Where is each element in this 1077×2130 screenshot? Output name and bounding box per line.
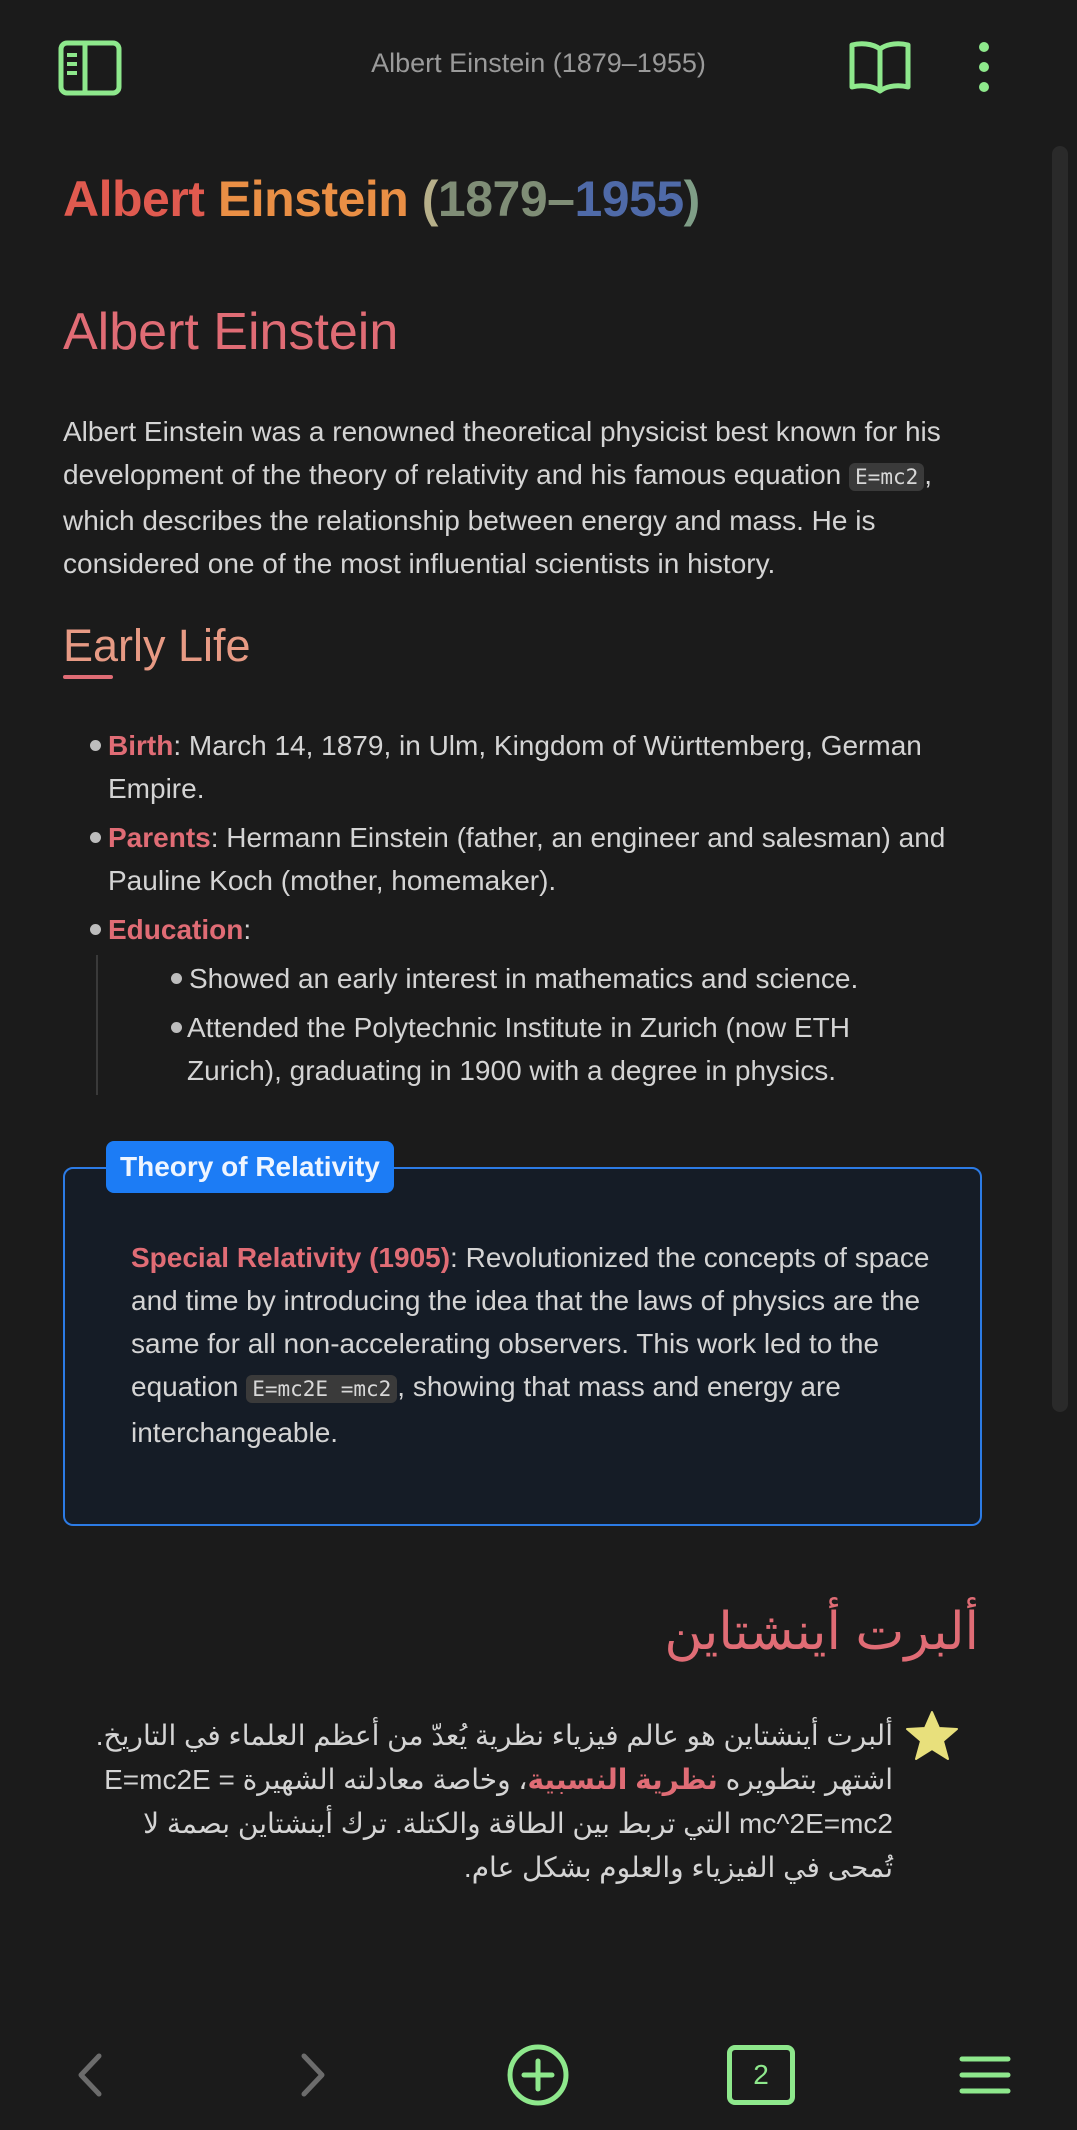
sidebar-toggle-icon: [58, 40, 122, 96]
forward-arrow-icon: [301, 2053, 325, 2097]
back-button[interactable]: [60, 2030, 120, 2120]
list-item-text: : March 14, 1879, in Ulm, Kingdom of Wür…: [108, 730, 922, 804]
bullet-icon: [90, 740, 101, 751]
list-item: Parents: Hermann Einstein (father, an en…: [108, 816, 988, 902]
page-title: Albert Einstein (1879–1955): [63, 170, 700, 228]
heading-1: Albert Einstein: [63, 303, 399, 361]
bullet-icon: [171, 1022, 182, 1033]
title-part: Einstein: [217, 171, 422, 227]
read-mode-button[interactable]: [845, 34, 915, 100]
arabic-heading: ألبرت أينشتاين: [664, 1603, 979, 1661]
callout-title[interactable]: Theory of Relativity: [106, 1141, 394, 1193]
heading-underline: [63, 675, 113, 679]
bottom-toolbar: 2: [0, 2010, 1077, 2130]
more-vertical-icon: [979, 42, 989, 92]
intro-text: Albert Einstein was a renowned theoretic…: [63, 416, 941, 490]
tabs-icon: 2: [727, 2045, 795, 2105]
callout-label: Special Relativity (1905): [131, 1242, 451, 1273]
add-circle-icon: [507, 2044, 569, 2106]
list-item-label: Education: [108, 914, 244, 945]
arabic-paragraph: ألبرت أينشتاين هو عالم فيزياء نظرية يُعد…: [93, 1714, 893, 1890]
sidebar-toggle-button[interactable]: [52, 34, 128, 100]
nested-list-guide: [96, 955, 98, 1095]
list-item: Education:: [108, 908, 988, 951]
bullet-icon: [90, 832, 101, 843]
tabs-button[interactable]: 2: [722, 2040, 800, 2110]
bullet-icon: [90, 924, 101, 935]
scrollbar[interactable]: [1052, 146, 1068, 1412]
sub-list-item: Showed an early interest in mathematics …: [189, 963, 859, 994]
inline-code: E=mc2: [849, 463, 925, 491]
more-options-button[interactable]: [966, 34, 1002, 100]
back-arrow-icon: [78, 2053, 102, 2097]
document-title: Albert Einstein (1879–1955): [371, 48, 706, 78]
title-part: ): [683, 171, 701, 227]
list-item-label: Parents: [108, 822, 211, 853]
title-part: 1955: [574, 171, 684, 227]
list-item: Birth: March 14, 1879, in Ulm, Kingdom o…: [108, 724, 988, 810]
list-item-label: Birth: [108, 730, 174, 761]
sub-list-item: Attended the Polytechnic Institute in Zu…: [187, 1012, 850, 1086]
callout-body: Special Relativity (1905): Revolutionize…: [131, 1236, 951, 1454]
top-app-bar: Albert Einstein (1879–1955): [0, 0, 1077, 135]
list-item-text: :: [243, 914, 252, 945]
title-part: 1879–: [437, 171, 575, 227]
new-note-button[interactable]: [498, 2030, 578, 2120]
inline-code: E=mc2E =mc2: [246, 1375, 398, 1403]
forward-button[interactable]: [283, 2030, 343, 2120]
heading-early-life: Early Life: [63, 620, 251, 671]
title-part: Albert: [63, 171, 218, 227]
arabic-highlight: نظرية النسبية: [527, 1764, 718, 1795]
title-part: (: [421, 171, 439, 227]
book-open-icon: [849, 41, 911, 94]
star-icon: [905, 1710, 959, 1767]
list-item-text: : Hermann Einstein (father, an engineer …: [108, 822, 946, 896]
intro-paragraph: Albert Einstein was a renowned theoretic…: [63, 410, 983, 585]
menu-button[interactable]: [952, 2040, 1018, 2110]
bullet-icon: [171, 973, 182, 984]
menu-icon: [959, 2056, 1011, 2094]
tab-count: 2: [753, 2059, 769, 2090]
